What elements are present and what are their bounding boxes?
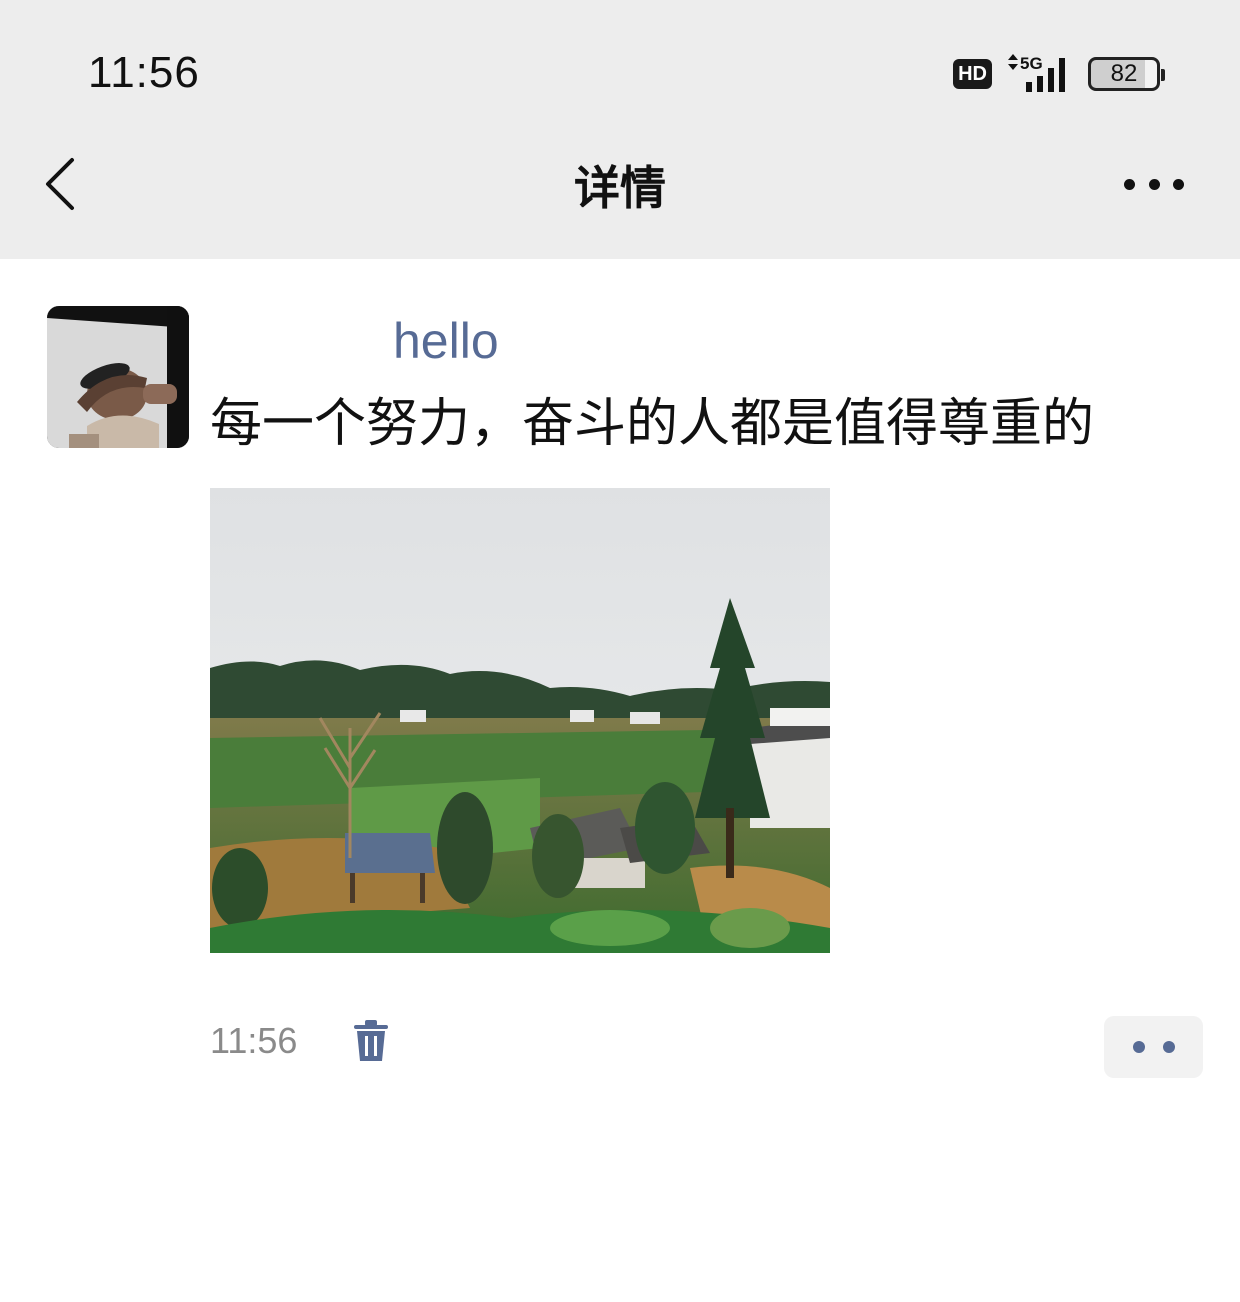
trash-icon [354, 1020, 388, 1061]
post-author[interactable]: hello [393, 312, 499, 370]
comment-like-button[interactable] [1104, 1016, 1203, 1078]
network-label: 5G [1020, 54, 1043, 73]
top-bar: 11:56 HD 5G 82 详情 [0, 0, 1240, 259]
post-text: 每一个努力，奋斗的人都是值得尊重的 [210, 394, 1095, 454]
post-time: 11:56 [210, 1020, 298, 1061]
signal-icon: 5G [1004, 52, 1076, 96]
more-horizontal-icon [1124, 178, 1135, 190]
comment-like-dots-icon [1132, 1041, 1145, 1053]
page-title: 详情 [574, 161, 666, 215]
moments-detail-screen: 11:56 HD 5G 82 详情 hello 每一个努力，奋斗的人都是值得尊重… [0, 0, 1240, 1302]
status-time: 11:56 [88, 48, 200, 97]
more-button[interactable] [1124, 172, 1184, 196]
delete-button[interactable] [352, 1019, 390, 1063]
status-indicators: HD 5G 82 [953, 52, 1165, 96]
hd-badge: HD [953, 59, 992, 89]
avatar[interactable] [47, 306, 189, 448]
battery-indicator: 82 [1088, 57, 1165, 91]
battery-level: 82 [1110, 60, 1138, 87]
post-photo[interactable] [210, 488, 830, 953]
